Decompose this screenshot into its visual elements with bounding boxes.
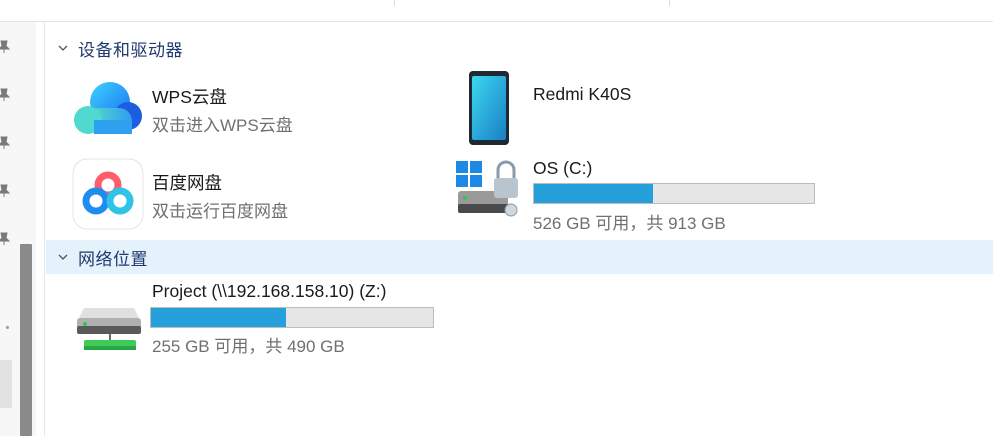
drive-name: OS (C:)	[533, 158, 593, 178]
navigation-pane[interactable]	[0, 22, 36, 436]
nav-selected-item[interactable]	[0, 360, 12, 408]
device-name: Redmi K40S	[533, 84, 632, 104]
drive-name: WPS云盘	[152, 87, 227, 107]
group-header-network[interactable]: 网络位置	[46, 240, 993, 274]
phone-icon	[469, 71, 509, 145]
nav-scrollbar[interactable]	[20, 244, 32, 436]
device-tile-phone[interactable]: Redmi K40S	[452, 66, 812, 146]
group-title: 设备和驱动器	[78, 40, 183, 60]
drive-subtitle: 双击进入WPS云盘	[152, 116, 293, 135]
group-title: 网络位置	[78, 249, 148, 269]
drive-tile-wps-cloud[interactable]: WPS云盘 双击进入WPS云盘	[70, 66, 430, 146]
pin-icon[interactable]	[0, 232, 10, 246]
drive-capacity: 255 GB 可用，共 490 GB	[152, 337, 345, 356]
pane-divider[interactable]	[44, 22, 45, 436]
capacity-bar	[533, 183, 815, 204]
capacity-bar	[150, 307, 434, 328]
drive-name: Project (\\192.168.158.10) (Z:)	[152, 281, 387, 301]
drive-capacity: 526 GB 可用，共 913 GB	[533, 214, 726, 233]
group-header-devices[interactable]: 设备和驱动器	[46, 31, 993, 65]
windows-drive-lock-icon	[456, 160, 518, 217]
drive-tile-os-c[interactable]: OS (C:) 526 GB 可用，共 913 GB	[452, 152, 832, 233]
chevron-down-icon[interactable]	[56, 250, 70, 264]
chevron-down-icon[interactable]	[56, 41, 70, 55]
drive-name: 百度网盘	[152, 173, 222, 193]
capacity-bar-fill	[151, 308, 287, 327]
network-drive-icon	[77, 308, 141, 350]
drive-tile-network-project[interactable]: Project (\\192.168.158.10) (Z:) 255 GB 可…	[70, 278, 450, 358]
drive-subtitle: 双击运行百度网盘	[152, 202, 288, 221]
nav-dot	[6, 326, 9, 329]
explorer-window: 设备和驱动器 WPS云盘 双击进入WPS云盘 Redmi K40S 百度网盘 双…	[0, 0, 993, 436]
pin-icon[interactable]	[0, 88, 10, 102]
pin-icon[interactable]	[0, 40, 10, 54]
drive-tile-baidu-netdisk[interactable]: 百度网盘 双击运行百度网盘	[70, 152, 430, 232]
pin-icon[interactable]	[0, 136, 10, 150]
capacity-bar-fill	[534, 184, 653, 203]
toolbar-strip	[0, 0, 993, 22]
wps-cloud-icon	[74, 82, 142, 134]
pin-icon[interactable]	[0, 184, 10, 198]
baidu-netdisk-icon	[72, 158, 144, 230]
